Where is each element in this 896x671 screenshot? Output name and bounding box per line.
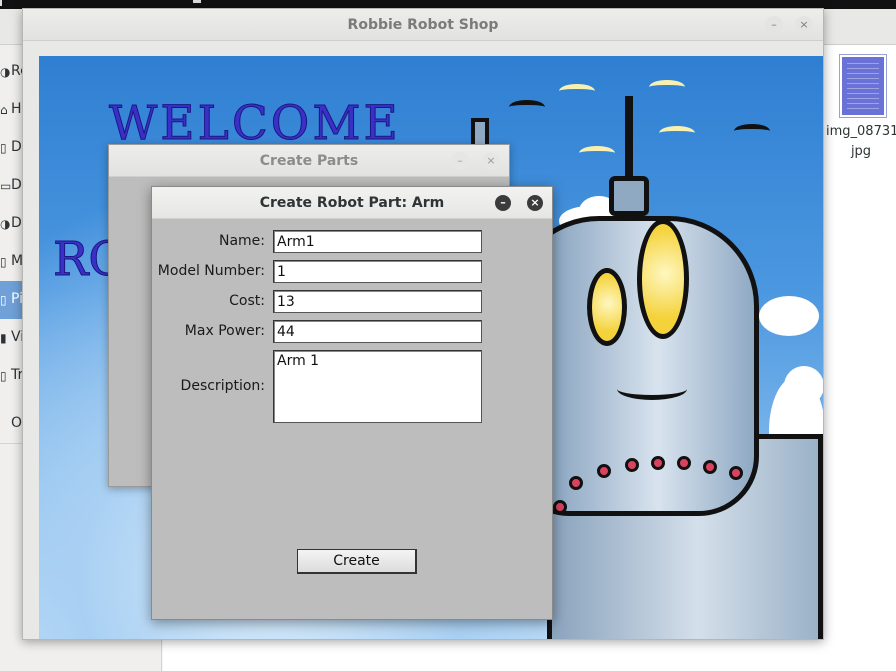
robot-rivet (677, 456, 691, 470)
minimize-icon[interactable]: – (451, 152, 469, 170)
robot-rivet (553, 500, 567, 514)
name-label: Name: (218, 233, 265, 249)
name-field[interactable] (273, 230, 482, 253)
robot-mouth (617, 378, 687, 400)
max-power-field[interactable] (273, 320, 482, 343)
cloud (759, 296, 819, 336)
home-icon: ⌂ (0, 103, 8, 117)
create-parts-title: Create Parts (259, 153, 359, 169)
description-label: Description: (180, 378, 265, 394)
robot-rivet (703, 460, 717, 474)
top-bar-mark (0, 0, 2, 6)
close-icon[interactable]: × (527, 195, 543, 211)
max-power-label: Max Power: (184, 323, 265, 339)
robot-antenna (625, 96, 633, 186)
robot-rivet (569, 476, 583, 490)
model-number-field[interactable] (273, 260, 482, 283)
create-parts-titlebar[interactable]: Create Parts – × (109, 145, 509, 177)
welcome-heading: WELCOME (109, 96, 401, 152)
sidebar-item-label: O (11, 415, 23, 431)
clock-icon: ◑ (0, 65, 11, 79)
picture-icon: ▯ (0, 293, 7, 307)
robot-eye (587, 268, 627, 346)
dialog-title: Create Robot Part: Arm (259, 195, 445, 211)
cost-field[interactable] (273, 290, 482, 313)
bird (579, 146, 615, 160)
image-file-thumbnail[interactable] (839, 54, 887, 118)
create-button[interactable]: Create (297, 549, 417, 574)
folder-icon: ▯ (0, 141, 7, 155)
main-window-titlebar[interactable]: Robbie Robot Shop – × (23, 9, 823, 41)
bird (734, 124, 770, 138)
dialog-titlebar[interactable]: Create Robot Part: Arm – × (152, 187, 552, 219)
folder-icon: ▭ (0, 179, 12, 193)
create-robot-part-dialog: Create Robot Part: Arm – × Name: Model N… (151, 186, 553, 620)
minimize-icon[interactable]: – (495, 195, 511, 211)
model-number-label: Model Number: (157, 263, 265, 279)
robot-rivet (597, 464, 611, 478)
cost-label: Cost: (229, 293, 265, 309)
top-bar-cursor (193, 0, 201, 3)
close-icon[interactable]: × (795, 16, 813, 34)
robot-eye (637, 219, 689, 339)
bird (559, 84, 595, 98)
bird (509, 100, 545, 114)
robot-rivet (625, 458, 639, 472)
sidebar-item-label: D (11, 177, 22, 193)
robot-antenna-base (609, 176, 649, 216)
robot-rivet (729, 466, 743, 480)
image-file-name[interactable]: img_08731 jpg (826, 122, 896, 162)
sidebar-item-label: D (11, 215, 22, 231)
trash-icon: ▯ (0, 369, 7, 383)
description-field[interactable]: Arm 1 (273, 350, 482, 423)
bird (649, 80, 685, 94)
cloud (784, 366, 823, 406)
close-icon[interactable]: × (482, 152, 500, 170)
video-icon: ▮ (0, 331, 7, 345)
minimize-icon[interactable]: – (765, 16, 783, 34)
music-icon: ▯ (0, 255, 7, 269)
bird (659, 126, 695, 140)
sidebar-item-label: D (11, 139, 22, 155)
main-window-title: Robbie Robot Shop (347, 17, 499, 33)
robot-rivet (651, 456, 665, 470)
download-icon: ◑ (0, 217, 11, 231)
sidebar-item-label: H (11, 101, 22, 117)
